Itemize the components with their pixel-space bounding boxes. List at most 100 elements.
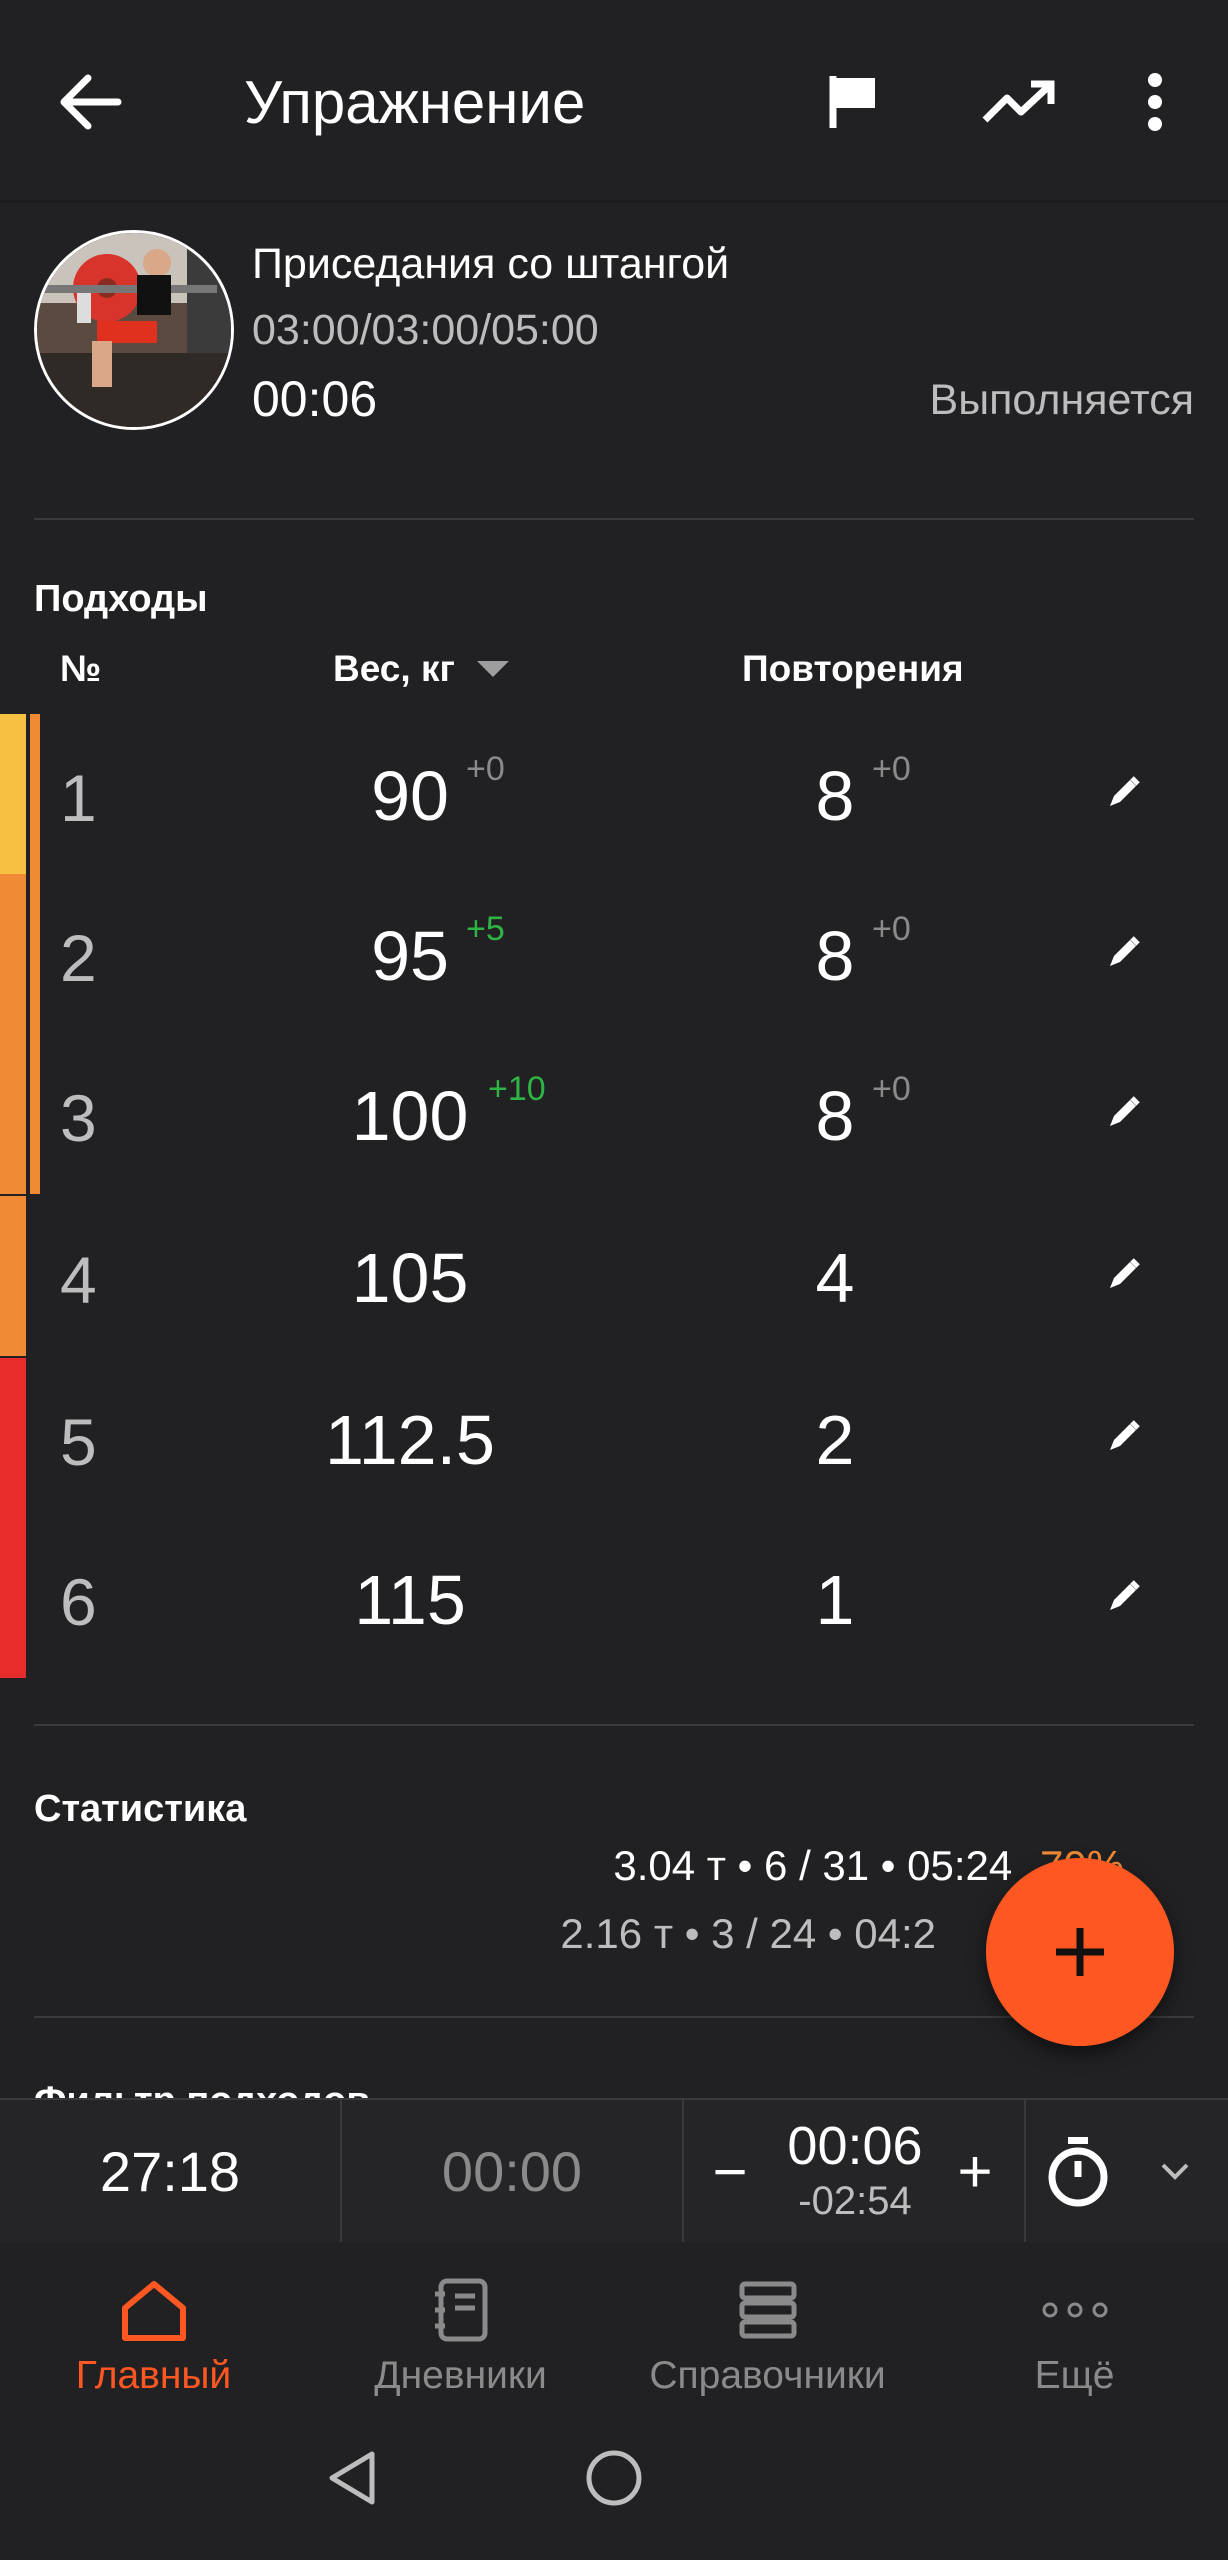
set-reps: 8: [815, 1077, 855, 1155]
rest-timer-remaining: -02:54: [798, 2179, 912, 2223]
set-reps: 8: [815, 757, 855, 835]
edit-pencil-icon[interactable]: [1106, 934, 1142, 970]
set-reps: 8: [815, 917, 855, 995]
edit-pencil-icon[interactable]: [1106, 1578, 1142, 1614]
chevron-down-icon: [1161, 2163, 1189, 2180]
column-header-number: №: [60, 648, 102, 689]
intensity-bar: [0, 1034, 26, 1194]
rest-intervals: 03:00/03:00/05:00: [252, 306, 599, 354]
secondary-timer[interactable]: 00:00: [342, 2100, 682, 2242]
page-title: Упражнение: [244, 69, 586, 136]
set-number: 2: [60, 921, 97, 995]
separator: [682, 2100, 684, 2242]
weight-delta: +10: [488, 1070, 546, 1108]
set-row[interactable]: 2 95 +5 8 +0: [0, 874, 1228, 1034]
increase-rest-button[interactable]: +: [940, 2100, 1010, 2242]
edit-pencil-icon[interactable]: [1106, 774, 1142, 810]
system-back-icon[interactable]: [324, 2448, 380, 2508]
home-icon: [121, 2281, 186, 2341]
set-row[interactable]: 1 90 +0 8 +0: [0, 714, 1228, 874]
intensity-bar: [0, 1518, 26, 1678]
set-weight: 112.5: [325, 1401, 495, 1479]
set-weight: 105: [351, 1239, 469, 1317]
set-number: 4: [60, 1243, 97, 1317]
intensity-bar: [0, 1196, 26, 1356]
nav-label-more: Ещё: [1034, 2354, 1115, 2397]
stopwatch-icon: [1048, 2137, 1108, 2207]
nav-item-more[interactable]: Ещё: [921, 2242, 1228, 2422]
workout-total-timer[interactable]: 27:18: [0, 2100, 340, 2242]
edit-pencil-icon[interactable]: [1106, 1418, 1142, 1454]
nav-item-references[interactable]: Справочники: [614, 2242, 921, 2422]
divider: [34, 1724, 1194, 1726]
set-number: 6: [60, 1565, 97, 1639]
flag-icon: [829, 76, 875, 128]
plus-label: +: [957, 2137, 993, 2205]
exercise-elapsed-time: 00:06: [252, 371, 378, 427]
set-reps: 4: [815, 1239, 855, 1317]
set-number: 5: [60, 1405, 97, 1479]
column-header-weight[interactable]: Вес, кг: [333, 648, 511, 690]
set-row[interactable]: 3 100 +10 8 +0: [0, 1034, 1228, 1194]
reps-delta: +0: [872, 750, 911, 788]
statistics-heading: Статистика: [34, 1788, 247, 1830]
statistics-previous-values: 2.16 т • 3 / 24 • 04:2: [560, 1910, 936, 1957]
expand-timers-button[interactable]: [1130, 2100, 1220, 2242]
more-horizontal-icon: [1042, 2302, 1107, 2318]
set-weight: 115: [354, 1561, 466, 1639]
intensity-bar: [0, 714, 26, 874]
completed-marker: [30, 874, 40, 1034]
workout-total-time: 27:18: [99, 2139, 241, 2203]
weight-delta: +0: [466, 750, 505, 788]
stopwatch-button[interactable]: [1030, 2100, 1126, 2242]
set-row[interactable]: 6 115 1: [0, 1518, 1228, 1678]
exercise-photo[interactable]: [34, 230, 234, 430]
more-vertical-icon: [1148, 73, 1162, 131]
flag-button[interactable]: [810, 60, 900, 144]
intensity-bar: [0, 874, 26, 1034]
reps-delta: +0: [872, 910, 911, 948]
weight-delta: +5: [466, 910, 505, 948]
timer-bar: 27:18 00:00 − 00:06 -02:54 +: [0, 2098, 1228, 2244]
set-weight: 90: [371, 757, 449, 835]
sets-heading: Подходы: [34, 578, 208, 620]
trending-up-icon: [982, 80, 1055, 123]
nav-label-diaries: Дневники: [374, 2354, 547, 2397]
edit-pencil-icon[interactable]: [1106, 1094, 1142, 1130]
completed-marker: [30, 714, 40, 874]
column-header-reps: Повторения: [742, 648, 964, 689]
exercise-name: Приседания со штангой: [252, 240, 730, 288]
intensity-bar: [0, 1358, 26, 1518]
separator: [1024, 2100, 1026, 2242]
squat-photo-image: [37, 233, 231, 427]
divider: [34, 518, 1194, 520]
weight-header-label: Вес, кг: [333, 648, 455, 689]
system-home-icon[interactable]: [584, 2448, 644, 2508]
rest-timer-current: 00:06: [787, 2116, 923, 2176]
set-row[interactable]: 4 105 4: [0, 1196, 1228, 1356]
set-reps: 1: [815, 1561, 855, 1639]
completed-marker: [30, 1034, 40, 1194]
overflow-menu-button[interactable]: [1110, 60, 1200, 144]
progress-chart-button[interactable]: [968, 60, 1068, 144]
set-row[interactable]: 5 112.5 2: [0, 1358, 1228, 1518]
decrease-rest-button[interactable]: −: [690, 2100, 770, 2242]
nav-label-references: Справочники: [649, 2354, 886, 2397]
books-icon: [739, 2281, 796, 2339]
bottom-navigation: Главный Дневники Справочники Ещё: [0, 2242, 1228, 2422]
plus-icon: [1056, 1928, 1104, 1976]
secondary-time: 00:00: [441, 2139, 583, 2203]
filter-section[interactable]: Фильтр подходов: [34, 2080, 1194, 2098]
filter-heading: Фильтр подходов: [34, 2080, 1194, 2098]
nav-item-diaries[interactable]: Дневники: [307, 2242, 614, 2422]
set-weight: 95: [371, 917, 449, 995]
add-set-button[interactable]: [986, 1858, 1174, 2046]
edit-pencil-icon[interactable]: [1106, 1256, 1142, 1292]
set-reps: 2: [815, 1401, 855, 1479]
set-number: 3: [60, 1081, 97, 1155]
nav-item-home[interactable]: Главный: [0, 2242, 307, 2422]
statistics-current-values: 3.04 т • 6 / 31 • 05:24: [613, 1842, 1013, 1889]
back-button[interactable]: [40, 60, 140, 144]
rest-timer: 00:06 -02:54: [770, 2100, 940, 2242]
notebook-icon: [434, 2278, 487, 2342]
